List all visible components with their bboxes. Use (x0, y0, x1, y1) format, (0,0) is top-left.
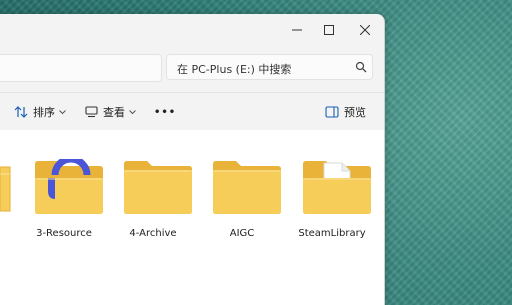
folder-name: 3-Resource (36, 228, 92, 239)
folder-name: SteamLibrary (298, 228, 366, 239)
chevron-down-icon (129, 109, 136, 114)
command-bar: 排序 查看 ••• 预览 (0, 94, 384, 130)
preview-pane-icon (325, 106, 339, 118)
view-icon (85, 106, 98, 118)
close-icon (360, 25, 370, 35)
address-row: 在 PC-Plus (E:) 中搜索 (0, 50, 384, 84)
sort-icon (14, 106, 28, 118)
file-explorer-window: 在 PC-Plus (E:) 中搜索 排序 查看 ••• 预览 3-Resour… (0, 14, 385, 305)
folder-name: 4-Archive (129, 228, 177, 239)
folder-icon[interactable] (0, 164, 11, 212)
address-bar[interactable] (0, 54, 162, 82)
maximize-button[interactable] (312, 14, 346, 46)
sort-button[interactable]: 排序 (14, 94, 66, 130)
more-options-button[interactable]: ••• (154, 94, 176, 130)
search-placeholder: 在 PC-Plus (E:) 中搜索 (177, 63, 292, 76)
view-button[interactable]: 查看 (85, 94, 136, 130)
preview-pane-button[interactable]: 预览 (325, 94, 366, 130)
folder-item[interactable]: SteamLibrary (292, 159, 372, 249)
search-icon (355, 61, 367, 73)
folder-icon (124, 161, 192, 214)
more-icon: ••• (154, 106, 177, 118)
folder-item[interactable]: 4-Archive (113, 159, 193, 249)
folder-item[interactable]: AIGC (202, 159, 282, 249)
folder-icon (35, 159, 103, 214)
minimize-button[interactable] (280, 14, 314, 46)
title-bar (0, 14, 384, 46)
maximize-icon (324, 25, 334, 35)
view-label: 查看 (103, 106, 125, 119)
sort-label: 排序 (33, 106, 55, 119)
file-list: 3-Resource 4-Archive AIGC SteamLibrary (0, 130, 384, 305)
chevron-down-icon (59, 109, 66, 114)
search-input[interactable]: 在 PC-Plus (E:) 中搜索 (166, 54, 373, 80)
toolbar-divider (0, 92, 384, 93)
preview-label: 预览 (344, 106, 366, 119)
folder-icon (213, 161, 281, 214)
minimize-icon (292, 29, 302, 31)
folder-item[interactable]: 3-Resource (24, 159, 104, 249)
folder-icon (303, 161, 371, 214)
folder-name: AIGC (229, 228, 255, 239)
close-button[interactable] (348, 14, 382, 46)
